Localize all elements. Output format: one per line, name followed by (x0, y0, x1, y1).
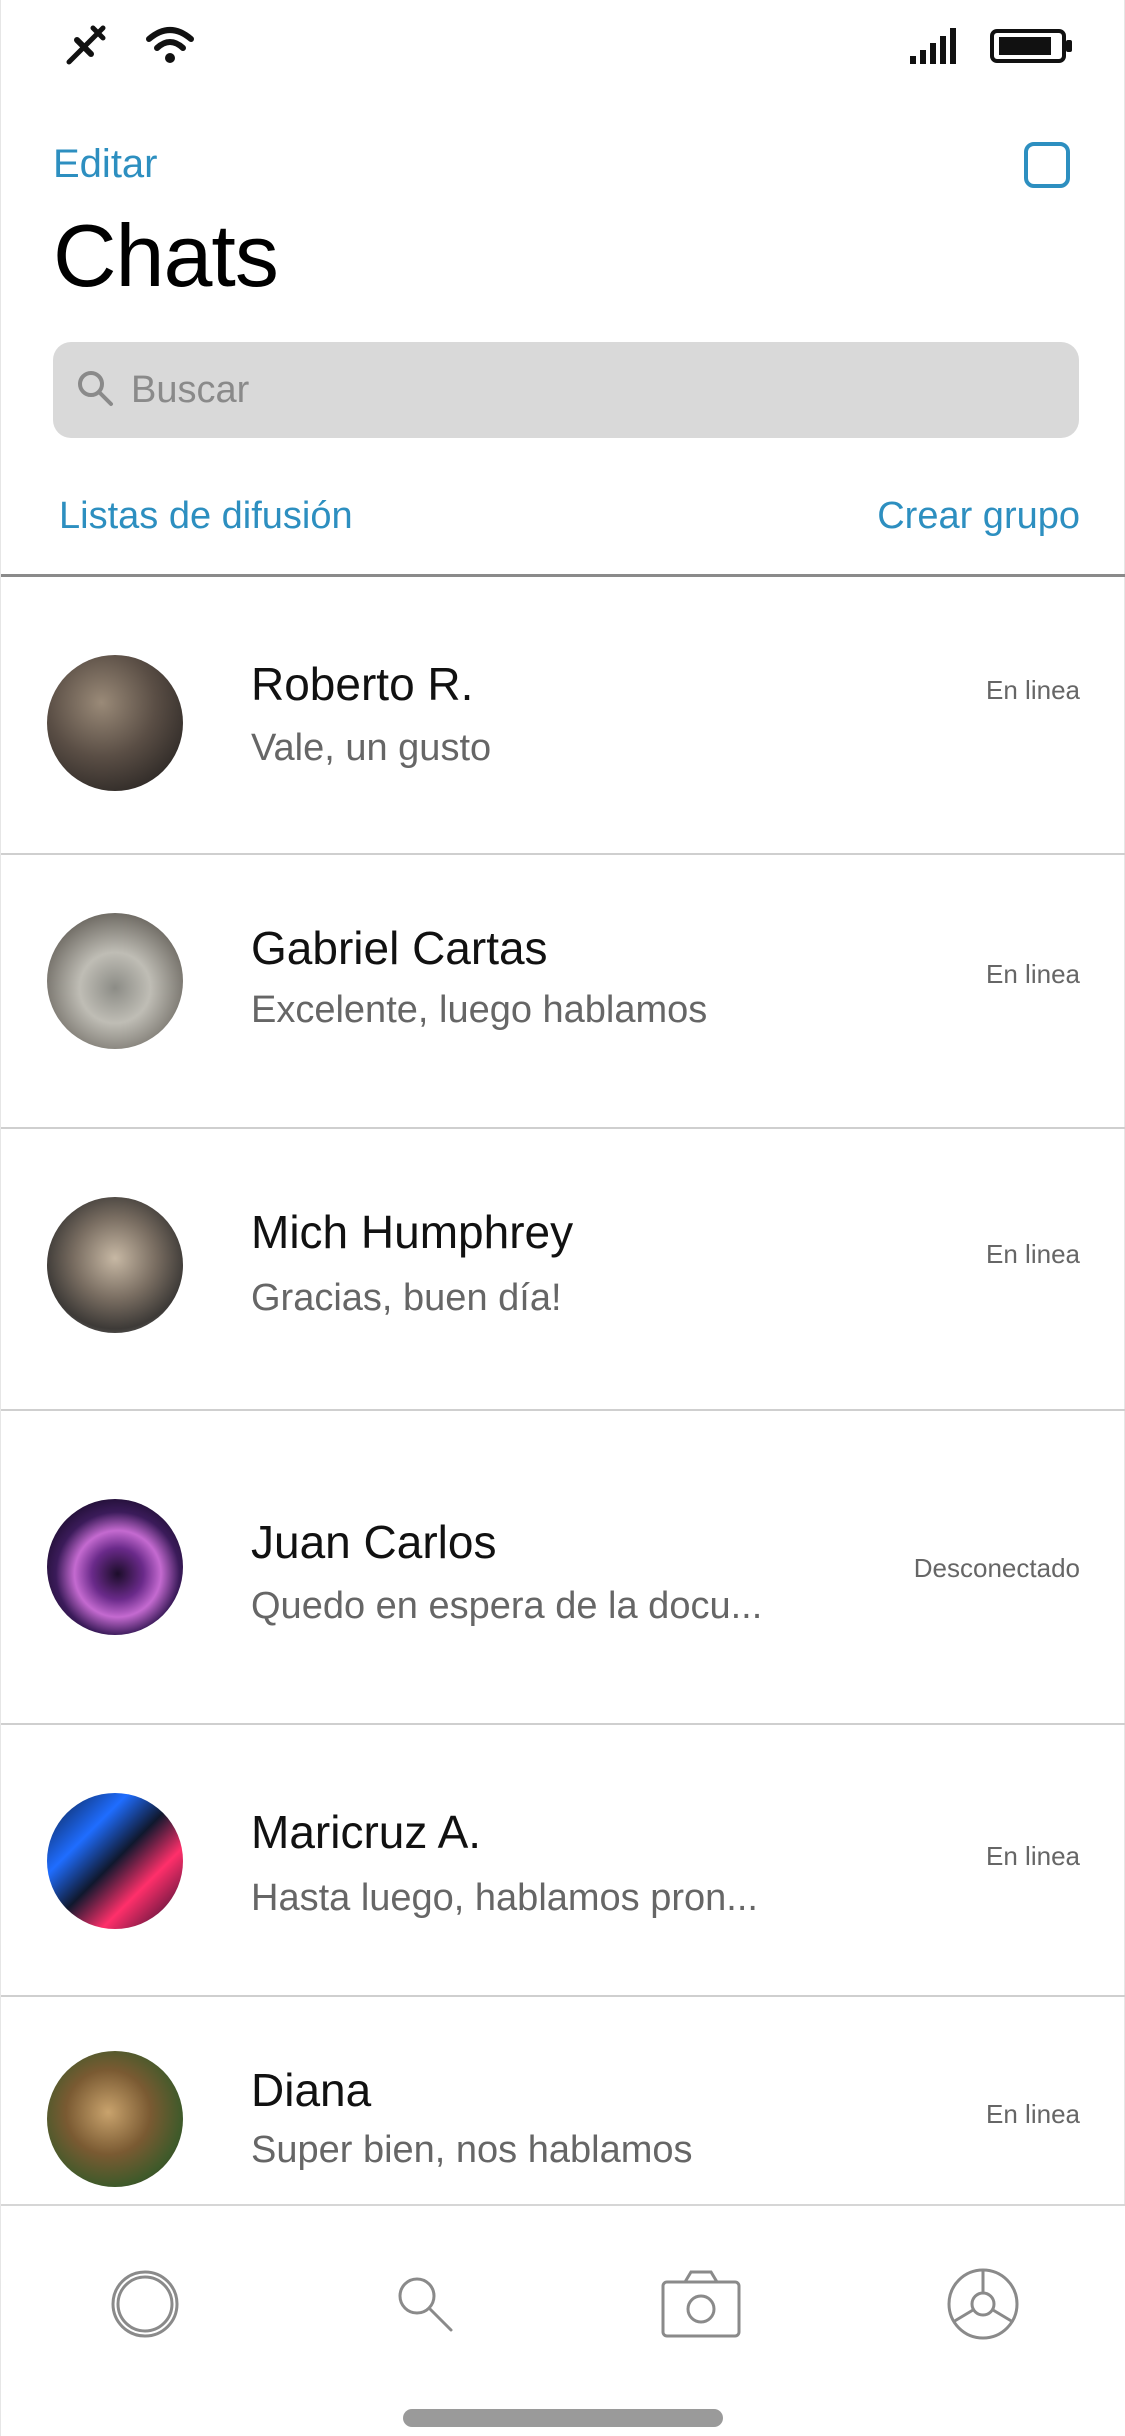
chat-preview: Vale, un gusto (251, 727, 492, 769)
chat-preview: Quedo en espera de la docu... (251, 1585, 763, 1627)
status-badge: En linea (986, 2099, 1080, 2129)
status-bar (1, 0, 1125, 100)
avatar (47, 913, 183, 1049)
status-badge: En linea (986, 675, 1080, 705)
avatar (47, 1793, 183, 1929)
status-badge: En linea (986, 1841, 1080, 1871)
status-icon (109, 2268, 181, 2345)
chat-name: Maricruz A. (251, 1806, 482, 1858)
chat-row-gabriel[interactable]: Gabriel Cartas Excelente, luego hablamos… (1, 855, 1125, 1129)
tab-camera[interactable] (661, 2266, 741, 2346)
camera-icon (659, 2268, 743, 2345)
chat-list: Roberto R. Vale, un gusto En linea Gabri… (1, 577, 1125, 2215)
chat-preview: Hasta luego, hablamos pron... (251, 1877, 758, 1919)
chat-row-diana[interactable]: Diana Super bien, nos hablamos En linea (1, 1997, 1125, 2215)
chat-name: Diana (251, 2064, 372, 2116)
bottom-tab-bar (1, 2204, 1125, 2436)
create-group-link[interactable]: Crear grupo (877, 495, 1080, 538)
home-indicator[interactable] (403, 2409, 723, 2427)
status-badge: Desconectado (913, 1553, 1080, 1583)
avatar (47, 1499, 183, 1635)
chat-name: Roberto R. (251, 658, 474, 710)
compose-icon[interactable] (1024, 142, 1070, 188)
search-icon (393, 2272, 457, 2341)
cellular-signal-icon (908, 28, 956, 69)
chat-row-roberto[interactable]: Roberto R. Vale, un gusto En linea (1, 577, 1125, 855)
avatar (47, 1197, 183, 1333)
avatar (47, 655, 183, 791)
status-badge: En linea (986, 1239, 1080, 1269)
tab-status[interactable] (105, 2266, 185, 2346)
settings-icon (945, 2266, 1021, 2347)
chat-name: Gabriel Cartas (251, 922, 548, 974)
status-badge: En linea (986, 959, 1080, 989)
wifi-icon (145, 25, 195, 70)
chats-screen: Editar Chats Buscar Listas de difusión C… (0, 0, 1125, 2436)
chat-row-mich[interactable]: Mich Humphrey Gracias, buen día! En line… (1, 1129, 1125, 1411)
chat-name: Juan Carlos (251, 1516, 497, 1568)
airplane-mode-icon (63, 22, 109, 73)
battery-icon (990, 28, 1074, 69)
edit-button[interactable]: Editar (53, 142, 158, 187)
broadcast-lists-link[interactable]: Listas de difusión (59, 495, 353, 538)
list-actions-row: Listas de difusión Crear grupo (1, 495, 1125, 555)
chat-preview: Super bien, nos hablamos (251, 2129, 693, 2171)
search-placeholder: Buscar (131, 368, 250, 411)
avatar (47, 2051, 183, 2187)
chat-row-maricruz[interactable]: Maricruz A. Hasta luego, hablamos pron..… (1, 1725, 1125, 1997)
tab-search[interactable] (385, 2266, 465, 2346)
chat-preview: Excelente, luego hablamos (251, 989, 708, 1031)
page-title: Chats (53, 206, 279, 305)
tab-settings[interactable] (943, 2266, 1023, 2346)
chat-row-juan-carlos[interactable]: Juan Carlos Quedo en espera de la docu..… (1, 1411, 1125, 1725)
chat-preview: Gracias, buen día! (251, 1277, 562, 1319)
search-input[interactable]: Buscar (53, 342, 1079, 438)
search-icon (75, 368, 115, 413)
chat-name: Mich Humphrey (251, 1206, 574, 1258)
